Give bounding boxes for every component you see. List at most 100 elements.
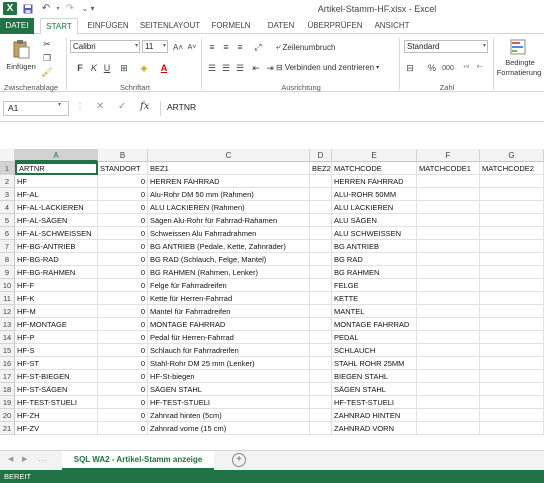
- cell-e12[interactable]: MANTEL: [332, 305, 417, 318]
- cell-d1[interactable]: BEZ2: [310, 162, 332, 175]
- cell-c20[interactable]: Zahnrad hinten (5cm): [148, 409, 310, 422]
- cell-b11[interactable]: 0: [98, 292, 148, 305]
- cell-b8[interactable]: 0: [98, 253, 148, 266]
- cell-a7[interactable]: HF-BG-ANTRIEB: [15, 240, 98, 253]
- tab-ueberpruefen[interactable]: ÜBERPRÜFEN: [306, 18, 364, 34]
- cell-b17[interactable]: 0: [98, 370, 148, 383]
- cell-e9[interactable]: BG RAHMEN: [332, 266, 417, 279]
- orientation-icon[interactable]: ⤢: [252, 41, 264, 53]
- cell-e21[interactable]: ZAHNRAD VORN: [332, 422, 417, 435]
- cell-g17[interactable]: [480, 370, 544, 383]
- formula-input[interactable]: ARTNR: [160, 101, 541, 116]
- font-name-select[interactable]: Calibri ▾: [70, 40, 140, 53]
- cell-a2[interactable]: HF: [15, 175, 98, 188]
- cell-e13[interactable]: MONTAGE FAHRRAD: [332, 318, 417, 331]
- decrease-indent-icon[interactable]: ⇤: [250, 62, 262, 74]
- cell-c3[interactable]: Alu-Rohr DM 50 mm (Rahmen): [148, 188, 310, 201]
- cell-d6[interactable]: [310, 227, 332, 240]
- align-middle-icon[interactable]: ≡: [220, 41, 232, 53]
- cell-a14[interactable]: HF-P: [15, 331, 98, 344]
- cell-a5[interactable]: HF-AL-SÄGEN: [15, 214, 98, 227]
- cell-c7[interactable]: BG ANTRIEB (Pedale, Kette, Zahnräder): [148, 240, 310, 253]
- cell-c4[interactable]: ALU LACKIEREN (Rahmen): [148, 201, 310, 214]
- row-header[interactable]: 17: [0, 370, 15, 383]
- cell-e5[interactable]: ALU SÄGEN: [332, 214, 417, 227]
- cell-f2[interactable]: [417, 175, 480, 188]
- cell-a21[interactable]: HF-ZV: [15, 422, 98, 435]
- cell-c6[interactable]: Schweissen Alu Fahrradrahmen: [148, 227, 310, 240]
- cell-c5[interactable]: Sägen Alu-Rohr für Fahrrad-Rahamen: [148, 214, 310, 227]
- chevron-down-icon[interactable]: ▾: [58, 101, 61, 108]
- cell-e16[interactable]: STAHL ROHR 25MM: [332, 357, 417, 370]
- tab-start[interactable]: START: [40, 18, 78, 35]
- cell-c8[interactable]: BG RAD (Schlauch, Felge, Mantel): [148, 253, 310, 266]
- paste-button[interactable]: Einfügen: [4, 62, 38, 71]
- paste-icon[interactable]: [8, 38, 34, 60]
- align-left-icon[interactable]: ☰: [206, 62, 218, 74]
- cell-g18[interactable]: [480, 383, 544, 396]
- row-header[interactable]: 16: [0, 357, 15, 370]
- row-header[interactable]: 15: [0, 344, 15, 357]
- cell-e1[interactable]: MATCHCODE: [332, 162, 417, 175]
- increase-indent-icon[interactable]: ⇥: [264, 62, 276, 74]
- cell-d13[interactable]: [310, 318, 332, 331]
- cell-g8[interactable]: [480, 253, 544, 266]
- cell-f3[interactable]: [417, 188, 480, 201]
- scroll-left-icon[interactable]: ◀: [8, 455, 13, 463]
- cell-g16[interactable]: [480, 357, 544, 370]
- cell-d2[interactable]: [310, 175, 332, 188]
- column-header-a[interactable]: A: [15, 149, 98, 162]
- cell-d15[interactable]: [310, 344, 332, 357]
- cell-g7[interactable]: [480, 240, 544, 253]
- cell-b5[interactable]: 0: [98, 214, 148, 227]
- cell-c1[interactable]: BEZ1: [148, 162, 310, 175]
- decrease-decimal-icon[interactable]: ⁰⁻: [474, 62, 486, 74]
- cell-e10[interactable]: FELGE: [332, 279, 417, 292]
- cell-b2[interactable]: 0: [98, 175, 148, 188]
- cell-g19[interactable]: [480, 396, 544, 409]
- column-header-e[interactable]: E: [332, 149, 417, 162]
- cell-c19[interactable]: HF-TEST-STUELI: [148, 396, 310, 409]
- cell-b7[interactable]: 0: [98, 240, 148, 253]
- align-bottom-icon[interactable]: ≡: [234, 41, 246, 53]
- cell-a11[interactable]: HF-K: [15, 292, 98, 305]
- cell-f6[interactable]: [417, 227, 480, 240]
- confirm-icon[interactable]: ✓: [118, 101, 126, 112]
- tab-formeln[interactable]: FORMELN: [208, 18, 254, 34]
- cell-d5[interactable]: [310, 214, 332, 227]
- cell-d19[interactable]: [310, 396, 332, 409]
- cell-g5[interactable]: [480, 214, 544, 227]
- cell-b9[interactable]: 0: [98, 266, 148, 279]
- tab-seitenlayout[interactable]: SEITENLAYOUT: [138, 18, 202, 34]
- cell-d3[interactable]: [310, 188, 332, 201]
- cell-e8[interactable]: BG RAD: [332, 253, 417, 266]
- row-header[interactable]: 12: [0, 305, 15, 318]
- cell-f1[interactable]: MATCHCODE1: [417, 162, 480, 175]
- cell-a15[interactable]: HF-S: [15, 344, 98, 357]
- cell-b10[interactable]: 0: [98, 279, 148, 292]
- cell-d10[interactable]: [310, 279, 332, 292]
- cell-e4[interactable]: ALU LACKIEREN: [332, 201, 417, 214]
- cell-b1[interactable]: STANDORT: [98, 162, 148, 175]
- thousands-button[interactable]: 000: [440, 62, 456, 74]
- percent-button[interactable]: %: [426, 62, 438, 74]
- scroll-right-icon[interactable]: ▶: [22, 455, 27, 463]
- cell-a17[interactable]: HF-ST-BIEGEN: [15, 370, 98, 383]
- cell-f15[interactable]: [417, 344, 480, 357]
- column-header-c[interactable]: C: [148, 149, 310, 162]
- cell-d7[interactable]: [310, 240, 332, 253]
- cell-a9[interactable]: HF-BG-RAHMEN: [15, 266, 98, 279]
- row-header[interactable]: 14: [0, 331, 15, 344]
- cell-a1[interactable]: ARTNR: [15, 162, 98, 175]
- cell-d18[interactable]: [310, 383, 332, 396]
- cell-a4[interactable]: HF-AL-LACKIEREN: [15, 201, 98, 214]
- cell-d9[interactable]: [310, 266, 332, 279]
- cell-b12[interactable]: 0: [98, 305, 148, 318]
- row-header[interactable]: 3: [0, 188, 15, 201]
- cell-a20[interactable]: HF-ZH: [15, 409, 98, 422]
- cell-g12[interactable]: [480, 305, 544, 318]
- underline-button[interactable]: U: [101, 62, 113, 74]
- cell-c18[interactable]: SÄGEN STAHL: [148, 383, 310, 396]
- cell-e7[interactable]: BG ANTRIEB: [332, 240, 417, 253]
- fill-color-icon[interactable]: ◈: [138, 62, 150, 74]
